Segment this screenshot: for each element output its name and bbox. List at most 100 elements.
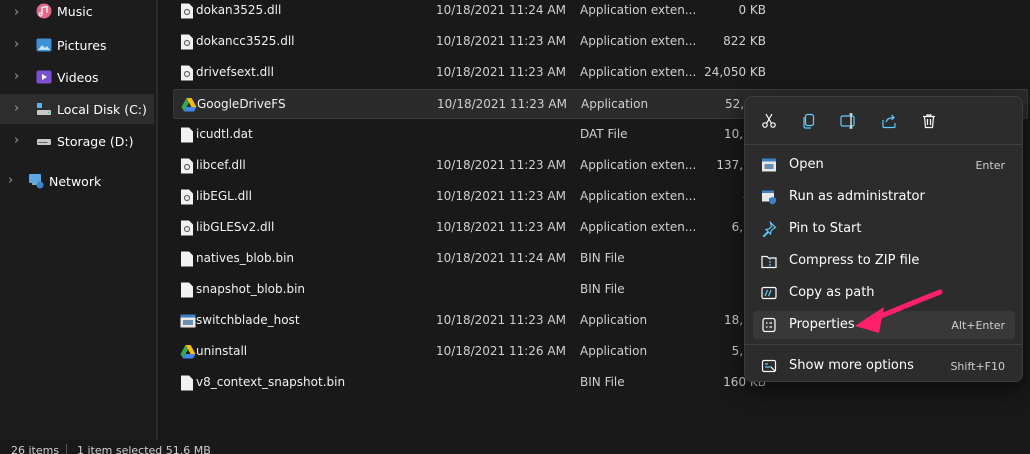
file-name: natives_blob.bin: [196, 251, 295, 265]
file-icon: [181, 251, 193, 267]
dll-file-icon: [181, 34, 193, 50]
sidebar-item-storage-d[interactable]: › Storage (D:): [0, 126, 154, 156]
chevron-right-icon[interactable]: ›: [8, 174, 18, 187]
menu-item-pin-to-start[interactable]: Pin to Start: [753, 215, 1015, 243]
sidebar-item-local-disk-c[interactable]: › Local Disk (C:): [0, 94, 154, 124]
sidebar-item-label: Music: [57, 4, 93, 19]
share-button[interactable]: [877, 109, 901, 133]
sidebar-item-label: Videos: [57, 70, 99, 85]
drive-icon: [37, 139, 51, 145]
file-icon: [181, 127, 193, 143]
menu-item-show-more-options[interactable]: Show more options Shift+F10: [753, 352, 1015, 380]
table-row[interactable]: dokancc3525.dll 10/18/2021 11:23 AM Appl…: [173, 27, 1028, 57]
menu-item-properties[interactable]: Properties Alt+Enter: [753, 311, 1015, 339]
table-row[interactable]: drivefsext.dll 10/18/2021 11:23 AM Appli…: [173, 58, 1028, 88]
menu-item-label: Properties: [789, 317, 855, 332]
dll-file-icon: [181, 189, 193, 205]
file-date: 10/18/2021 11:23 AM: [436, 189, 566, 203]
google-drive-icon: [181, 98, 197, 112]
music-icon: [36, 3, 52, 19]
menu-item-shortcut: Enter: [975, 159, 1005, 172]
open-icon: [762, 158, 776, 172]
delete-icon: [923, 114, 935, 129]
sidebar-item-label: Network: [49, 174, 102, 189]
file-type: BIN File: [580, 375, 625, 389]
rename-button[interactable]: [837, 109, 861, 133]
sidebar-item-pictures[interactable]: › Pictures: [0, 30, 154, 60]
sidebar-item-videos[interactable]: › Videos: [0, 62, 154, 92]
more-options-icon: [761, 359, 777, 373]
chevron-right-icon[interactable]: ›: [14, 102, 24, 115]
menu-separator: [745, 344, 1022, 345]
file-date: 10/18/2021 11:26 AM: [436, 344, 566, 358]
chevron-right-icon[interactable]: ›: [14, 70, 24, 83]
google-drive-icon: [180, 345, 196, 359]
dll-file-icon: [181, 158, 193, 174]
file-date: 10/18/2021 11:24 AM: [436, 3, 566, 17]
cut-icon: [762, 113, 776, 128]
menu-item-compress-to-zip[interactable]: Compress to ZIP file: [753, 247, 1015, 275]
file-name: v8_context_snapshot.bin: [196, 375, 346, 389]
chevron-right-icon[interactable]: ›: [14, 38, 24, 51]
file-icon: [181, 375, 193, 391]
file-size: 822 KB: [723, 34, 766, 48]
sidebar-item-label: Local Disk (C:): [57, 102, 147, 117]
file-name: icudtl.dat: [196, 127, 253, 141]
file-name: drivefsext.dll: [196, 65, 274, 79]
chevron-right-icon[interactable]: ›: [14, 6, 24, 19]
network-icon: [29, 174, 44, 189]
properties-icon: [762, 317, 776, 333]
file-date: 10/18/2021 11:23 AM: [436, 313, 566, 327]
file-name: dokancc3525.dll: [196, 34, 295, 48]
file-type: BIN File: [580, 282, 625, 296]
menu-item-label: Compress to ZIP file: [789, 253, 920, 268]
table-row[interactable]: dokan3525.dll 10/18/2021 11:24 AM Applic…: [173, 0, 1028, 26]
selection-info: 1 item selected 51.6 MB: [77, 444, 211, 454]
file-type: Application: [581, 97, 649, 111]
menu-separator: [745, 144, 1022, 145]
sidebar-item-music[interactable]: › Music: [0, 0, 154, 28]
menu-item-open[interactable]: Open Enter: [753, 151, 1015, 179]
file-name: snapshot_blob.bin: [196, 282, 306, 296]
file-name: GoogleDriveFS: [197, 97, 286, 111]
menu-item-copy-as-path[interactable]: Copy as path: [753, 279, 1015, 307]
dll-file-icon: [181, 3, 193, 19]
file-size: 24,050 KB: [704, 65, 766, 79]
copy-button[interactable]: [797, 109, 821, 133]
dll-file-icon: [181, 65, 193, 81]
status-separator: [66, 444, 67, 454]
file-date: 10/18/2021 11:23 AM: [436, 34, 566, 48]
rename-icon: [840, 113, 855, 129]
file-name: dokan3525.dll: [196, 3, 282, 17]
menu-item-label: Pin to Start: [789, 221, 862, 236]
zip-icon: [761, 255, 777, 269]
menu-item-label: Run as administrator: [789, 189, 925, 204]
item-count: 26 items: [11, 444, 60, 454]
sidebar-item-label: Pictures: [57, 38, 107, 53]
delete-button[interactable]: [917, 109, 941, 133]
shield-icon: [762, 190, 776, 205]
pictures-icon: [36, 38, 52, 52]
status-bar: 26 items 1 item selected 51.6 MB: [0, 440, 1030, 454]
menu-item-label: Copy as path: [789, 285, 875, 300]
sidebar-item-label: Storage (D:): [57, 134, 134, 149]
menu-item-run-as-administrator[interactable]: Run as administrator: [753, 183, 1015, 211]
file-name: libcef.dll: [196, 158, 246, 172]
navigation-pane: › Music › Pictures › Videos › Local Disk…: [0, 0, 156, 440]
context-menu: Open Enter Run as administrator Pin to S…: [744, 96, 1023, 382]
file-date: 10/18/2021 11:23 AM: [437, 97, 567, 111]
menu-item-label: Open: [789, 157, 824, 172]
file-name: libEGL.dll: [196, 189, 252, 203]
cut-button[interactable]: [757, 109, 781, 133]
menu-item-shortcut: Alt+Enter: [951, 319, 1005, 332]
chevron-right-icon[interactable]: ›: [14, 134, 24, 147]
menu-item-shortcut: Shift+F10: [950, 360, 1005, 373]
videos-icon: [36, 70, 52, 84]
share-icon: [882, 114, 896, 129]
sidebar-item-network[interactable]: › Network: [0, 166, 154, 196]
file-date: 10/18/2021 11:24 AM: [436, 251, 566, 265]
file-name: switchblade_host: [196, 313, 300, 327]
file-type: Application: [580, 313, 648, 327]
menu-item-label: Show more options: [789, 358, 914, 373]
file-name: libGLESv2.dll: [196, 220, 275, 234]
